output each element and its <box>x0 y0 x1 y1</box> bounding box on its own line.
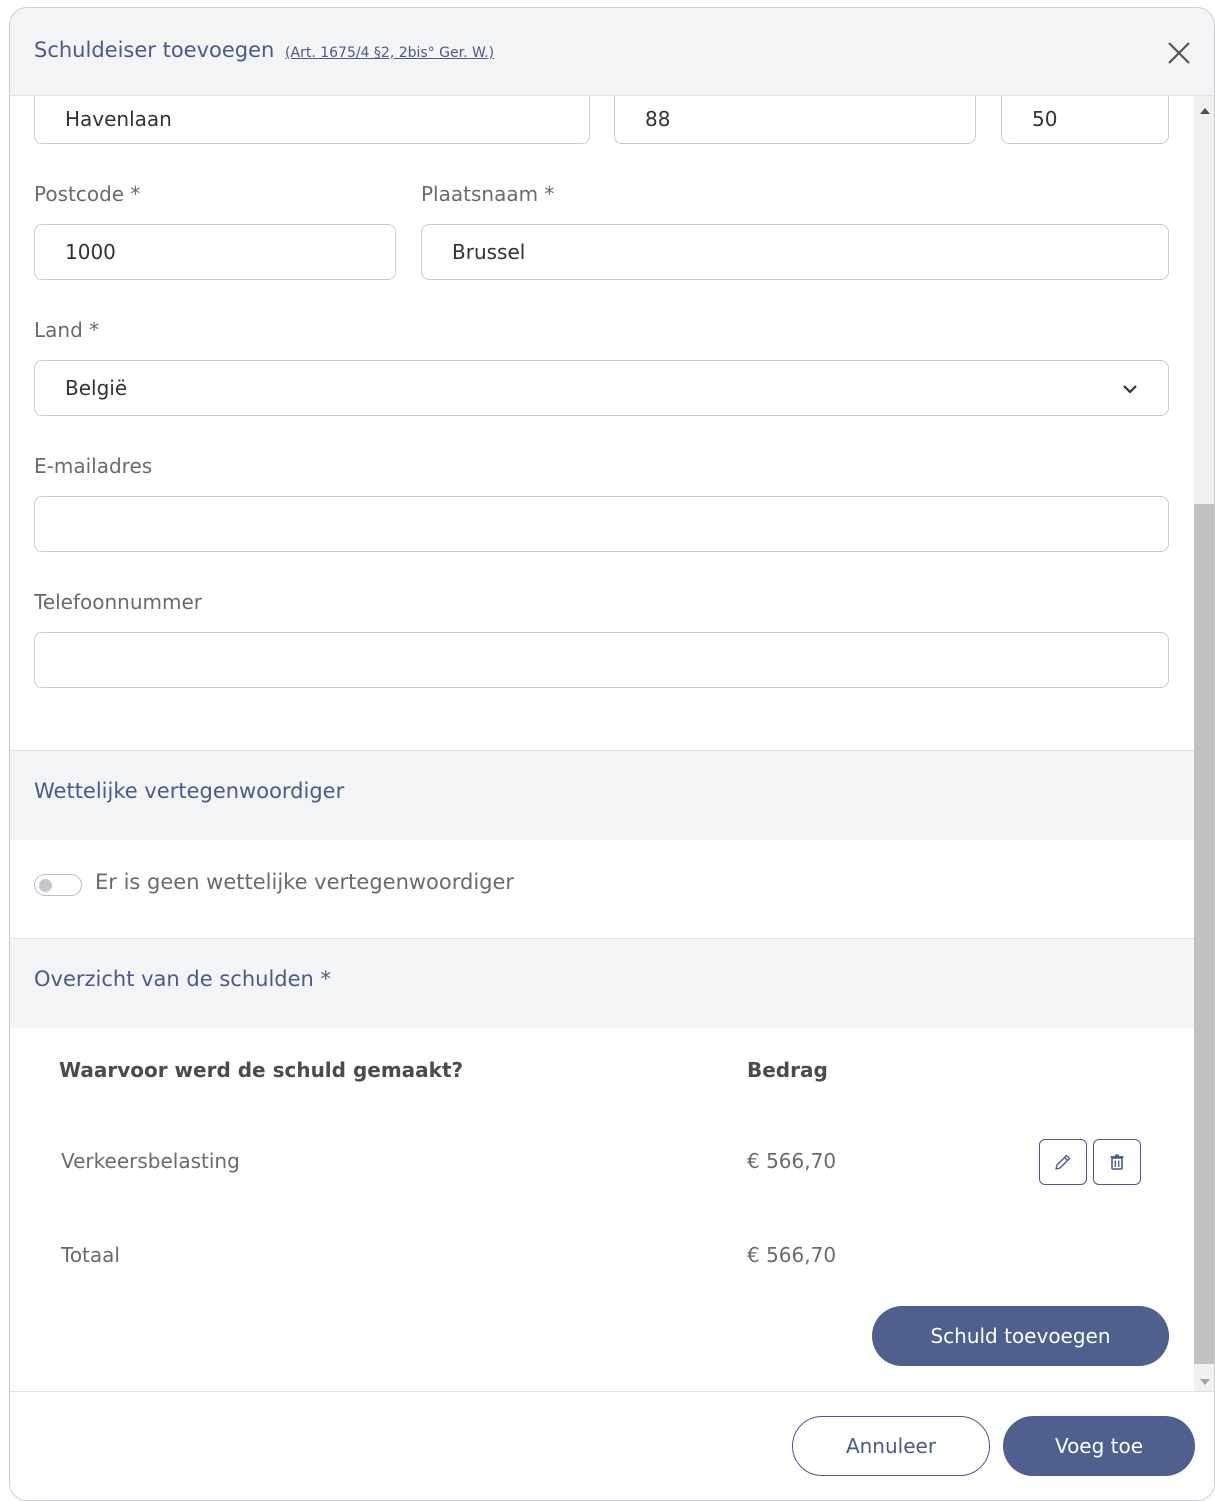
legal-representative-section-header: Wettelijke vertegenwoordiger <box>10 750 1194 840</box>
country-label: Land * <box>34 318 100 342</box>
country-select[interactable]: België <box>34 360 1169 416</box>
chevron-down-icon <box>1123 385 1137 394</box>
no-legal-representative-toggle[interactable] <box>34 874 82 896</box>
street-input[interactable]: Havenlaan <box>34 96 590 144</box>
dialog-title: Schuldeiser toevoegen (Art. 1675/4 §2, 2… <box>34 38 494 62</box>
email-input[interactable] <box>34 496 1169 552</box>
legal-reference-link[interactable]: (Art. 1675/4 §2, 2bis° Ger. W.) <box>285 45 494 61</box>
delete-debt-button[interactable] <box>1093 1139 1141 1185</box>
box-number-value: 50 <box>1032 107 1058 131</box>
scroll-down-icon[interactable] <box>1200 1379 1210 1385</box>
postcode-value: 1000 <box>65 240 116 264</box>
dialog-title-text: Schuldeiser toevoegen <box>34 38 275 62</box>
postcode-input[interactable]: 1000 <box>34 224 396 280</box>
dialog-body: Havenlaan 88 50 Postcode * Plaatsnaam * … <box>10 96 1194 1391</box>
debt-amount: € 566,70 <box>747 1149 837 1173</box>
column-header-reason: Waarvoor werd de schuld gemaakt? <box>59 1058 464 1082</box>
add-creditor-dialog: Schuldeiser toevoegen (Art. 1675/4 §2, 2… <box>9 7 1215 1501</box>
add-debt-button[interactable]: Schuld toevoegen <box>872 1306 1169 1366</box>
phone-input[interactable] <box>34 632 1169 688</box>
no-legal-representative-label: Er is geen wettelijke vertegenwoordiger <box>95 870 515 894</box>
dialog-footer: Annuleer Voeg toe <box>10 1391 1214 1500</box>
country-value: België <box>65 376 128 400</box>
house-number-input[interactable]: 88 <box>614 96 976 144</box>
close-button[interactable] <box>1164 38 1194 68</box>
box-number-input[interactable]: 50 <box>1001 96 1169 144</box>
phone-label: Telefoonnummer <box>34 590 203 614</box>
city-value: Brussel <box>452 240 526 264</box>
pencil-icon <box>1055 1154 1071 1170</box>
debts-overview-section-header: Overzicht van de schulden * <box>10 938 1194 1028</box>
scrollbar[interactable] <box>1194 96 1214 1391</box>
email-label: E-mailadres <box>34 454 153 478</box>
dialog-header: Schuldeiser toevoegen (Art. 1675/4 §2, 2… <box>10 8 1214 96</box>
street-value: Havenlaan <box>65 107 172 131</box>
column-header-amount: Bedrag <box>747 1058 828 1082</box>
debts-overview-title: Overzicht van de schulden * <box>34 967 332 991</box>
debt-reason: Verkeersbelasting <box>61 1149 240 1173</box>
total-amount: € 566,70 <box>747 1243 837 1267</box>
cancel-button[interactable]: Annuleer <box>792 1416 990 1476</box>
postcode-label: Postcode * <box>34 182 141 206</box>
trash-icon <box>1110 1154 1124 1170</box>
city-input[interactable]: Brussel <box>421 224 1169 280</box>
house-number-value: 88 <box>645 107 671 131</box>
scroll-up-icon[interactable] <box>1200 108 1210 114</box>
edit-debt-button[interactable] <box>1039 1139 1087 1185</box>
total-label: Totaal <box>61 1243 120 1267</box>
scrollbar-thumb[interactable] <box>1194 504 1214 1364</box>
submit-button[interactable]: Voeg toe <box>1003 1416 1195 1476</box>
close-icon <box>1168 42 1190 64</box>
toggle-knob <box>39 879 52 892</box>
legal-representative-title: Wettelijke vertegenwoordiger <box>34 779 345 803</box>
city-label: Plaatsnaam * <box>421 182 555 206</box>
